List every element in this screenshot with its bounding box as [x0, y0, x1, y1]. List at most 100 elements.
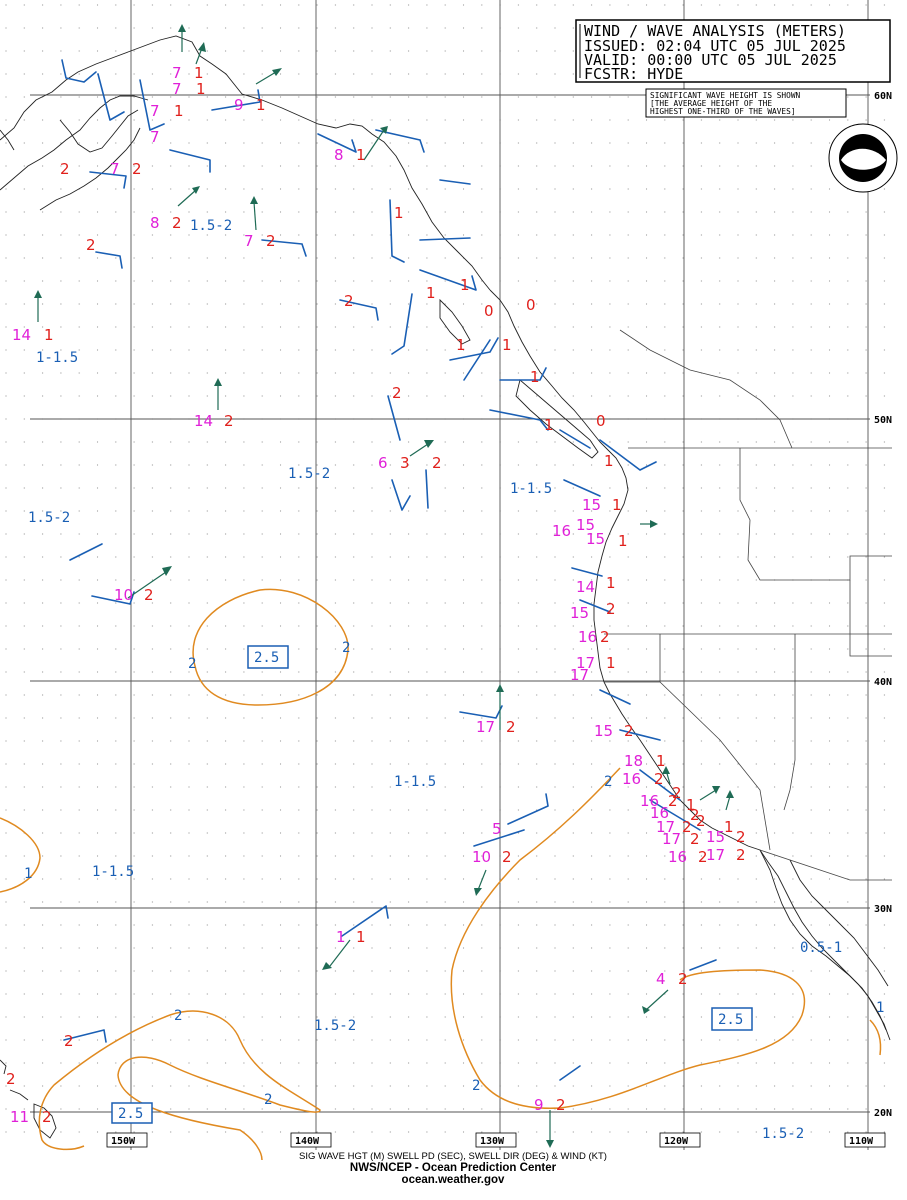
swell-period: 7	[244, 232, 254, 250]
region-label: 1-1.5	[92, 864, 134, 880]
wave-height: 1	[502, 336, 512, 354]
contour-label: 1	[24, 866, 32, 882]
swell-period: 10	[114, 586, 133, 604]
wave-height: 2	[172, 214, 182, 232]
lat-label-60n: 60N	[874, 91, 892, 102]
wave-height: 2	[678, 970, 688, 988]
swell-period: 16	[668, 848, 687, 866]
lon-label-110w: 110W	[849, 1136, 874, 1147]
region-label: 1-1.5	[394, 774, 436, 790]
wave-height: 2	[6, 1070, 16, 1088]
wave-height: 1	[604, 452, 614, 470]
note-line-3: HIGHEST ONE-THIRD OF THE WAVES]	[650, 107, 796, 116]
wave-height: 2	[624, 722, 634, 740]
wave-height: 1	[174, 102, 184, 120]
swell-period: 9	[534, 1096, 544, 1114]
swell-period: 16	[578, 628, 597, 646]
swell-period: 15	[586, 530, 605, 548]
swell-period: 16	[622, 770, 641, 788]
swell-period: 14	[12, 326, 31, 344]
swell-period: 6	[378, 454, 388, 472]
lat-label-40n: 40N	[874, 677, 892, 688]
swell-period: 14	[194, 412, 213, 430]
contour-label: 2	[264, 1092, 272, 1108]
wave-height: 1	[460, 276, 470, 294]
wave-height: 2	[506, 718, 516, 736]
region-label: 1.5-2	[190, 218, 232, 234]
lon-label-150w: 150W	[111, 1136, 136, 1147]
swell-period: 8	[150, 214, 160, 232]
wave-height: 2	[266, 232, 276, 250]
contour-label: 2	[188, 656, 196, 672]
contour-label: 2	[174, 1008, 182, 1024]
noaa-logo: NOAA	[828, 123, 898, 193]
wave-height: 1	[618, 532, 628, 550]
lat-label-50n: 50N	[874, 415, 892, 426]
swell-period: 10	[472, 848, 491, 866]
swell-period: 8	[334, 146, 344, 164]
wave-height: 3	[400, 454, 410, 472]
wave-height: 2	[600, 628, 610, 646]
footer-legend: SIG WAVE HGT (M) SWELL PD (SEC), SWELL D…	[299, 1151, 607, 1162]
swell-period: 17	[662, 830, 681, 848]
wave-height: 0	[484, 302, 494, 320]
boxed-label: 2.5	[254, 650, 279, 666]
swell-period: 15	[594, 722, 613, 740]
region-label: 1-1.5	[36, 350, 78, 366]
swell-period: 7	[172, 80, 182, 98]
wave-height: 1	[196, 80, 206, 98]
swell-period: 15	[570, 604, 589, 622]
region-label: 0.5-1	[800, 940, 842, 956]
swell-period: 17	[706, 846, 725, 864]
wave-height: 2	[654, 770, 664, 788]
note-box: SIGNIFICANT WAVE HEIGHT IS SHOWN [THE AV…	[645, 88, 847, 118]
swell-period: 11	[10, 1108, 29, 1126]
wave-height: 2	[672, 784, 682, 802]
swell-period: 18	[624, 752, 643, 770]
region-label: 1.5-2	[288, 466, 330, 482]
wave-height: 2	[60, 160, 70, 178]
wave-height: 1	[356, 928, 366, 946]
contour-label: 1	[876, 1000, 884, 1016]
boxed-label: 2.5	[118, 1106, 143, 1122]
wave-height: 1	[456, 336, 466, 354]
swell-period: 14	[576, 578, 595, 596]
wave-height: 1	[724, 818, 734, 836]
wave-height: 2	[144, 586, 154, 604]
swell-period: 4	[656, 970, 666, 988]
wave-height: 1	[606, 654, 616, 672]
region-label: 1-1.5	[510, 481, 552, 497]
wave-height: 2	[132, 160, 142, 178]
wave-height: 1	[606, 574, 616, 592]
wave-height: 1	[426, 284, 436, 302]
wind-wave-analysis-map: WIND / WAVE ANALYSIS (METERS) ISSUED: 02…	[0, 0, 907, 1200]
lat-label-20n: 20N	[874, 1108, 892, 1119]
footer-site: ocean.weather.gov	[402, 1174, 506, 1186]
lon-label-130w: 130W	[480, 1136, 505, 1147]
wave-height: 1	[612, 496, 622, 514]
wave-height: 2	[86, 236, 96, 254]
wave-height: 2	[42, 1108, 52, 1126]
wave-height: 2	[736, 846, 746, 864]
wave-height: 0	[526, 296, 536, 314]
swell-period: 5	[492, 820, 502, 838]
swell-period: 1	[336, 928, 346, 946]
swell-period: 15	[706, 828, 725, 846]
header-line-4: FCSTR: HYDE	[584, 65, 683, 83]
region-label: 1.5-2	[28, 510, 70, 526]
region-label: 1.5-2	[314, 1018, 356, 1034]
lon-label-120w: 120W	[664, 1136, 689, 1147]
wave-height: 1	[356, 146, 366, 164]
footer-org: NWS/NCEP - Ocean Prediction Center	[350, 1162, 557, 1174]
region-label: 1.5-2	[762, 1126, 804, 1142]
wave-height: 2	[690, 830, 700, 848]
wave-height: 2	[64, 1032, 74, 1050]
header-box: WIND / WAVE ANALYSIS (METERS) ISSUED: 02…	[575, 19, 891, 83]
lat-label-30n: 30N	[874, 904, 892, 915]
wave-height: 1	[256, 96, 266, 114]
swell-period: 15	[582, 496, 601, 514]
wave-height: 1	[656, 752, 666, 770]
wave-height: 1	[530, 368, 540, 386]
wave-height: 0	[596, 412, 606, 430]
swell-period: 16	[552, 522, 571, 540]
